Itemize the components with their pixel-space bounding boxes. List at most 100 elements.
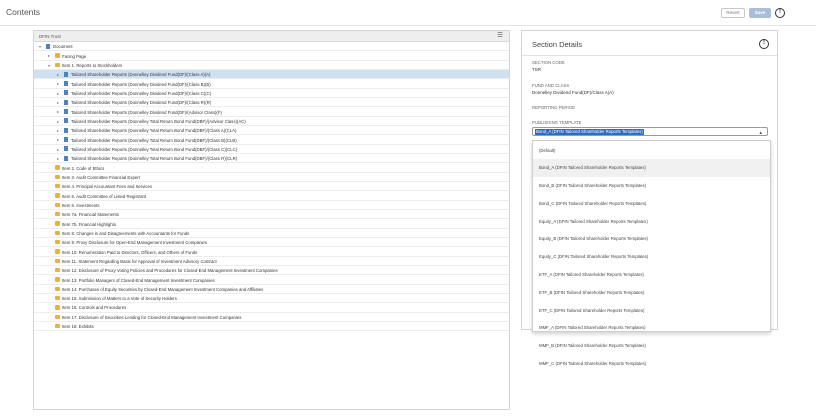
chevron-right-icon[interactable]: ▸: [57, 128, 59, 133]
tree-row[interactable]: Item 3. Audit Committee Financial Expert: [34, 173, 509, 182]
chevron-right-icon[interactable]: ▸: [57, 109, 59, 114]
folder-icon: [55, 249, 60, 254]
dropdown-option[interactable]: Bond_A (DFIN Tailored Shareholder Report…: [533, 158, 770, 177]
dropdown-option[interactable]: ETF_B (DFIN Tailored Shareholder Reports…: [533, 283, 770, 301]
chevron-down-icon[interactable]: ▾: [48, 63, 50, 68]
tree-row[interactable]: Item 18. Exhibits: [34, 322, 509, 332]
top-bar: Contents Revert Save !: [0, 0, 816, 26]
tree-row[interactable]: Item 8. Changes in and Disagreements wit…: [34, 229, 509, 238]
fund-class-label: FUND AND CLASS: [532, 83, 570, 88]
tree-row[interactable]: Item 2. Code of Ethics: [34, 163, 509, 173]
chevron-down-icon[interactable]: ▾: [39, 44, 41, 49]
tree-row[interactable]: ▸ Tailored Shareholder Reports (Donnelley…: [34, 107, 509, 117]
dropdown-option-label: Bond_A (DFIN Tailored Shareholder Report…: [539, 165, 646, 171]
tree-row-label: Tailored Shareholder Reports (Donnelley …: [71, 156, 238, 162]
tree-row-label: Item 10. Renumeration Paid to Directors,…: [62, 249, 198, 255]
tree-row-label: Tailored Shareholder Reports (Donnelley …: [71, 118, 246, 124]
chevron-right-icon[interactable]: ▸: [57, 81, 59, 86]
tree-row[interactable]: Item 13. Portfolio Managers of Closed-En…: [34, 275, 509, 285]
dropdown-option[interactable]: Equity_C (DFIN Tailored Shareholder Repo…: [533, 248, 770, 266]
chevron-right-icon[interactable]: ▸: [57, 147, 59, 152]
tree-row-label: Item 12. Disclosure of Proxy Voting Poli…: [62, 268, 278, 274]
tree-row-label: Item 8. Changes in and Disagreements wit…: [62, 230, 190, 236]
tree-row[interactable]: ▾ Document: [34, 42, 509, 52]
tree-row-label: Item 15. Submission of Matters to a Vote…: [62, 296, 177, 302]
tree-row[interactable]: ▸ Tailored Shareholder Reports (Donnelley…: [34, 154, 509, 164]
tree-row[interactable]: Item 14. Purchases of Equity Securities …: [34, 285, 509, 294]
revert-button[interactable]: Revert: [721, 8, 745, 18]
folder-icon: [55, 323, 60, 329]
chevron-up-icon[interactable]: ▲: [759, 130, 763, 135]
reporting-period-label: REPORTING PERIOD: [532, 105, 576, 110]
tree-row[interactable]: ▸ Tailored Shareholder Reports (Donnelley…: [34, 89, 509, 98]
folder-icon: [55, 295, 60, 301]
dropdown-option[interactable]: (Default): [533, 141, 770, 159]
tree-row[interactable]: ▸ Tailored Shareholder Reports (Donnelley…: [34, 98, 509, 108]
tree-row[interactable]: ▸ Tailored Shareholder Reports (Donnelley…: [34, 126, 509, 136]
dropdown-option[interactable]: ETF_A (DFIN Tailored Shareholder Reports…: [533, 266, 770, 284]
tree-row[interactable]: ▸ Tailored Shareholder Reports (Donnelley…: [34, 117, 509, 126]
tree-row[interactable]: Item 4. Principal Accountant Fees and Se…: [34, 182, 509, 192]
folder-icon: [55, 174, 60, 180]
tree-row[interactable]: Item 6. Investments: [34, 201, 509, 210]
tree-rows: ▾ Document ▸ Facing Page ▾ Item 1. Reports to…: [34, 42, 509, 332]
chevron-right-icon[interactable]: ▸: [57, 72, 59, 77]
dropdown-option[interactable]: MMF_B (DFIN Tailored Shareholder Reports…: [533, 337, 770, 355]
folder-icon: [55, 165, 60, 170]
document-icon: [64, 155, 68, 161]
tree-row[interactable]: ▸ Tailored Shareholder Reports (Donnelley…: [34, 79, 509, 89]
tree-row[interactable]: ▸ Facing Page: [34, 51, 509, 61]
tree-row[interactable]: Item 9. Proxy Disclosure for Open-End Ma…: [34, 238, 509, 248]
dropdown-option-label: Equity_C (DFIN Tailored Shareholder Repo…: [539, 254, 649, 260]
tree-row[interactable]: ▾ Item 1. Reports to Stockholders: [34, 61, 509, 70]
folder-icon: [55, 193, 60, 198]
tree-row-label: Item 1. Reports to Stockholders: [62, 62, 123, 68]
tree-row[interactable]: Item 15. Submission of Matters to a Vote…: [34, 294, 509, 304]
tree-row[interactable]: Item 5. Audit Committee of Listed Regist…: [34, 191, 509, 201]
dropdown-option-label: Equity_A (DFIN Tailored Shareholder Repo…: [539, 218, 648, 224]
tree-row[interactable]: Item 11. Statement Regarding Basis for A…: [34, 257, 509, 266]
dropdown-option[interactable]: Equity_A (DFIN Tailored Shareholder Repo…: [533, 212, 770, 230]
chevron-right-icon[interactable]: ▸: [48, 53, 50, 58]
fund-class-value: Donnelley Dividend Fund(DF)/Class A(A): [532, 90, 614, 95]
tree-row-label: Document: [53, 44, 73, 50]
chevron-right-icon[interactable]: ▸: [57, 100, 59, 105]
dropdown-option[interactable]: Bond_B (DFIN Tailored Shareholder Report…: [533, 177, 770, 195]
dropdown-option-label: Bond_B (DFIN Tailored Shareholder Report…: [539, 183, 647, 189]
info-icon[interactable]: !: [775, 8, 785, 18]
document-icon: [64, 109, 68, 115]
folder-icon: [55, 230, 60, 236]
dropdown-option[interactable]: MMF_A (DFIN Tailored Shareholder Reports…: [533, 319, 770, 337]
dropdown-option-label: ETF_A (DFIN Tailored Shareholder Reports…: [539, 272, 644, 278]
tree-row-label: Facing Page: [62, 53, 87, 59]
folder-icon: [55, 267, 60, 273]
tree-row[interactable]: Item 12. Disclosure of Proxy Voting Poli…: [34, 266, 509, 276]
chevron-right-icon[interactable]: ▸: [57, 91, 59, 96]
tree-row[interactable]: Item 10. Renumeration Paid to Directors,…: [34, 247, 509, 257]
details-info-icon[interactable]: !: [759, 39, 769, 49]
folder-icon: [55, 239, 60, 245]
chevron-right-icon[interactable]: ▸: [57, 137, 59, 142]
tree-row[interactable]: Item 7a. Financial Statements: [34, 210, 509, 220]
publishing-template-select[interactable]: Bond_A (DFIN Tailored Shareholder Report…: [532, 127, 768, 136]
tree-row[interactable]: ▸ Tailored Shareholder Reports (Donnelley…: [34, 69, 509, 80]
dropdown-option[interactable]: ETF_C (DFIN Tailored Shareholder Reports…: [533, 301, 770, 319]
tree-row[interactable]: ▸ Tailored Shareholder Reports (Donnelley…: [34, 145, 509, 154]
save-button[interactable]: Save: [749, 8, 771, 18]
tree-row[interactable]: ▸ Tailored Shareholder Reports (Donnelley…: [34, 135, 509, 145]
document-icon: [64, 81, 68, 87]
tree-header-label: DFIN Trust: [39, 34, 61, 39]
tree-row-label: Tailored Shareholder Reports (Donnelley …: [71, 81, 211, 87]
dropdown-option[interactable]: MMF_C (DFIN Tailored Shareholder Reports…: [533, 355, 770, 373]
tree-row[interactable]: Item 17. Disclosure of Securities Lendin…: [34, 313, 509, 322]
publishing-template-dropdown: (Default) Bond_A (DFIN Tailored Sharehold…: [532, 140, 771, 366]
chevron-right-icon[interactable]: ▸: [57, 156, 59, 161]
dropdown-option[interactable]: Equity_B (DFIN Tailored Shareholder Repo…: [533, 230, 770, 248]
hamburger-menu-icon[interactable]: ☰: [497, 32, 503, 39]
tree-row[interactable]: Item 7b. Financial Highlights: [34, 219, 509, 229]
tree-row-label: Item 17. Disclosure of Securities Lendin…: [62, 314, 242, 320]
tree-row[interactable]: Item 16. Controls and Procedures: [34, 303, 509, 313]
section-code-label: SECTION CODE: [532, 60, 565, 65]
chevron-right-icon[interactable]: ▸: [57, 119, 59, 124]
dropdown-option[interactable]: Bond_C (DFIN Tailored Shareholder Report…: [533, 194, 770, 212]
